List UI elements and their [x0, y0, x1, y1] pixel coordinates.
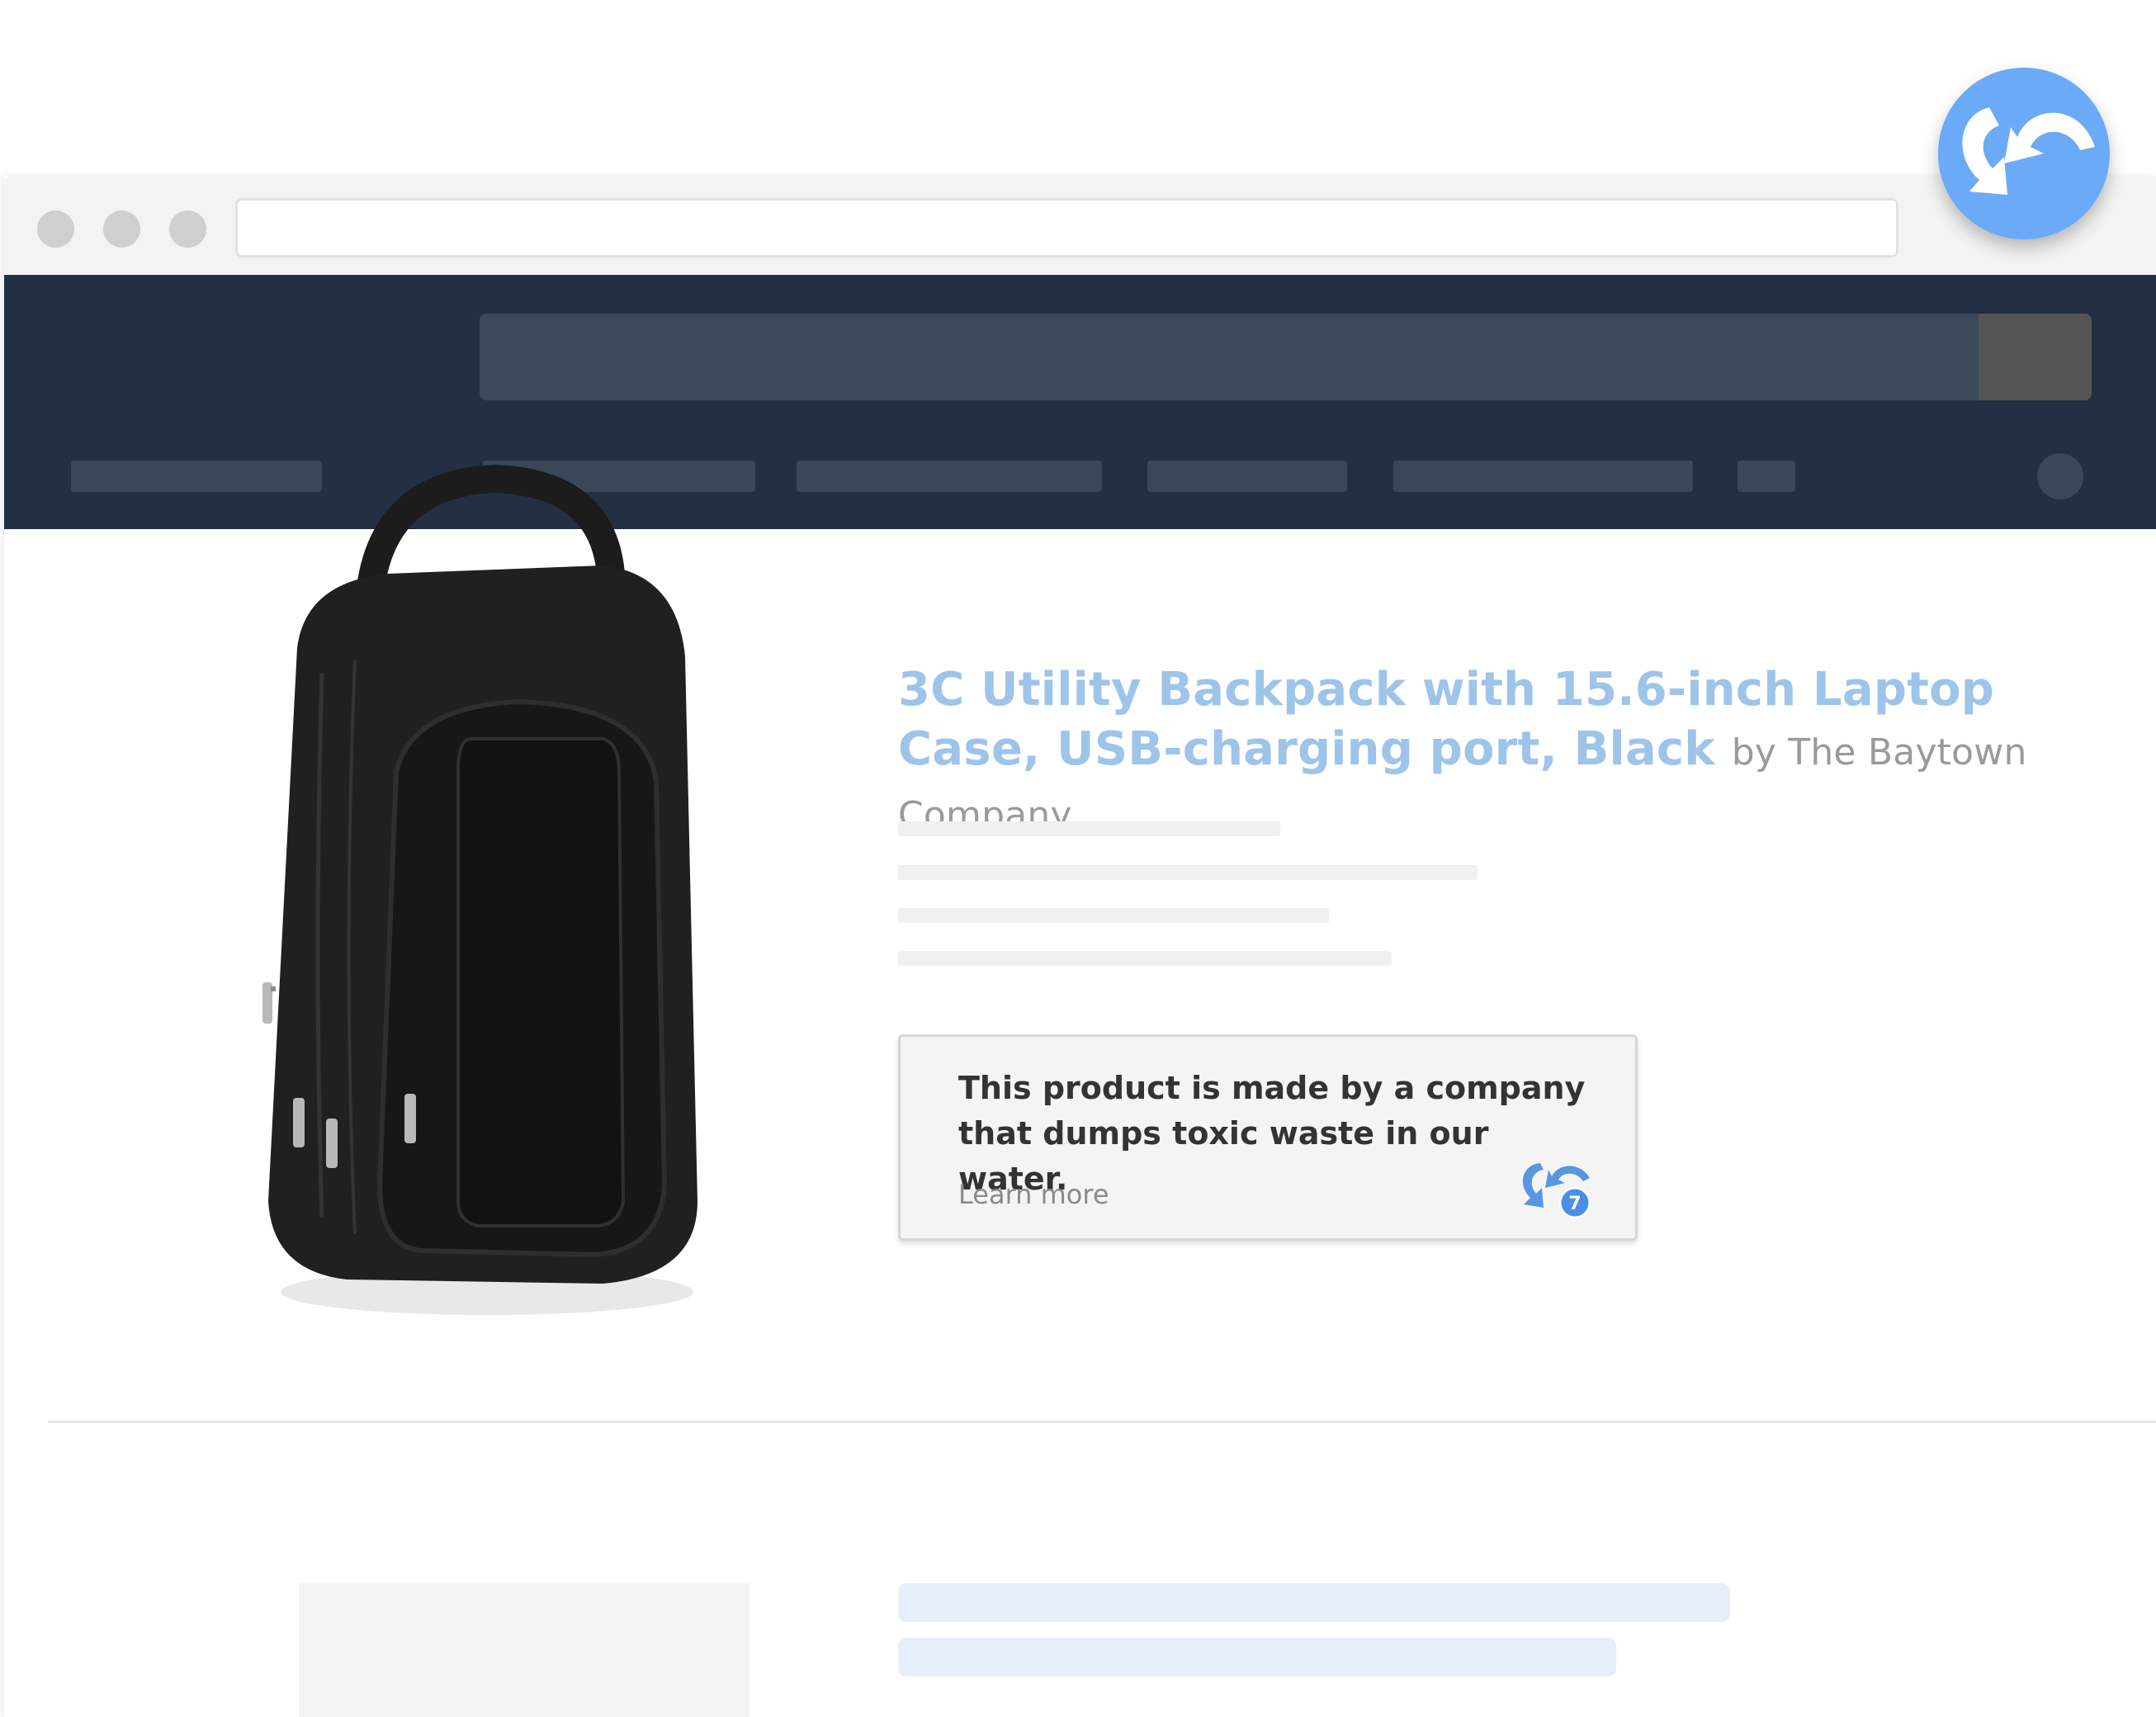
share-arrows-icon[interactable]: 7	[1515, 1156, 1598, 1223]
minimize-window-button[interactable]	[103, 210, 140, 248]
close-window-button[interactable]	[37, 210, 74, 248]
site-search-input[interactable]	[480, 314, 1979, 400]
extension-button[interactable]	[1938, 68, 2110, 239]
product-warning-card: This product is made by a company that d…	[898, 1034, 1638, 1241]
nav-item-placeholder[interactable]	[797, 461, 1102, 492]
nav-item-placeholder[interactable]	[1147, 461, 1347, 492]
share-arrows-icon	[1962, 107, 2095, 195]
content-placeholder-block	[299, 1583, 749, 1717]
description-placeholder-line	[898, 821, 1280, 836]
description-placeholder-line	[898, 951, 1392, 966]
content-placeholder-bar	[898, 1583, 1730, 1622]
learn-more-link[interactable]: Learn more	[958, 1179, 1109, 1210]
badge-count: 7	[1568, 1194, 1581, 1214]
description-placeholder-line	[898, 908, 1329, 923]
account-avatar[interactable]	[2037, 453, 2083, 499]
section-divider	[48, 1421, 2156, 1423]
product-image	[262, 464, 697, 1315]
product-title: 3C Utility Backpack with 15.6-inch Lapto…	[898, 660, 2095, 845]
nav-item-placeholder[interactable]	[1393, 461, 1693, 492]
site-search-button[interactable]	[1979, 314, 2092, 400]
nav-item-placeholder[interactable]	[1738, 461, 1795, 492]
maximize-window-button[interactable]	[169, 210, 206, 248]
content-placeholder-bar	[898, 1638, 1616, 1677]
address-bar[interactable]	[235, 198, 1898, 258]
browser-toolbar	[4, 176, 2156, 275]
description-placeholder-line	[898, 865, 1478, 880]
